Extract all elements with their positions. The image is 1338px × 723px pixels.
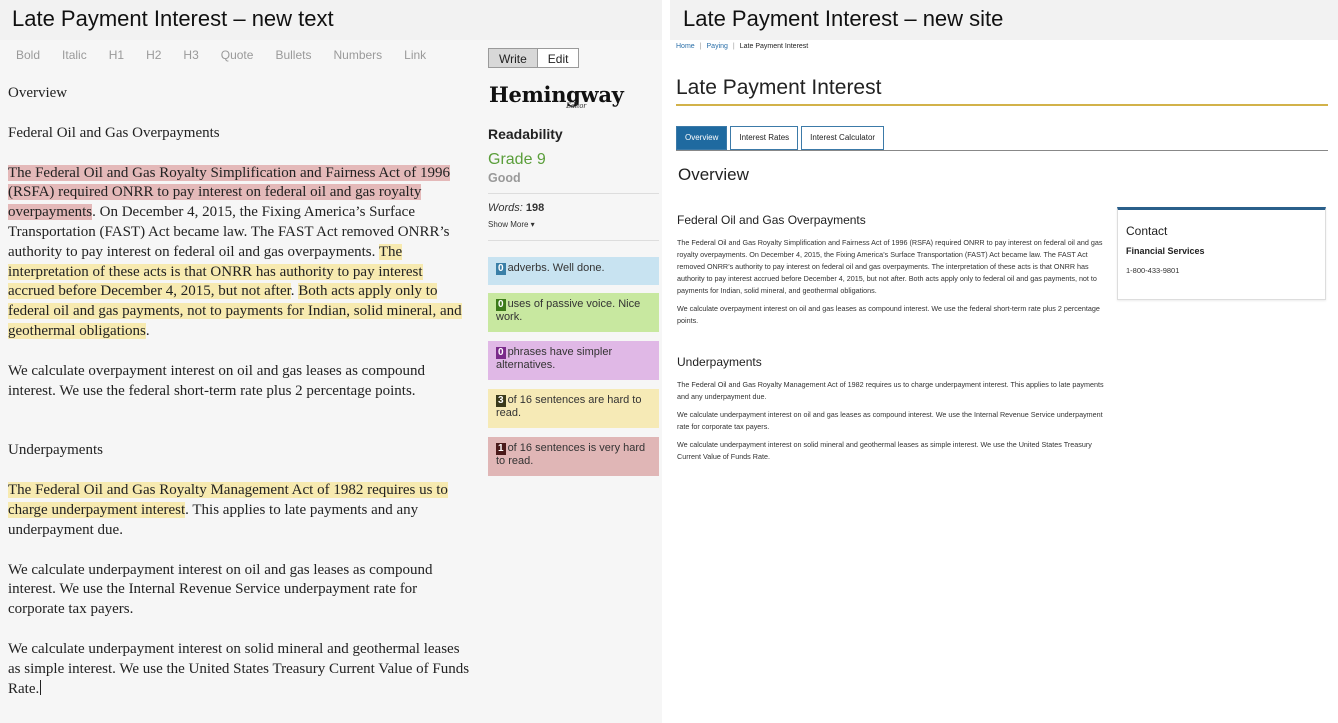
adverbs-card: 0 adverbs. Well done. [488,257,659,285]
paragraph: We calculate underpayment interest on so… [677,440,1092,461]
doc-heading-overview: Overview [8,85,68,101]
contact-card: Contact Financial Services 1-800-433-980… [1117,207,1326,300]
breadcrumb-paying[interactable]: Paying [707,43,728,50]
tab-overview[interactable]: Overview [676,126,728,150]
toolbar-quote[interactable]: Quote [221,48,254,68]
title-underline [676,104,1328,106]
simpler-alternatives-card: 0 phrases have simpler alternatives. [488,341,659,380]
breadcrumb-current: Late Payment Interest [739,43,809,50]
passive-voice-card: 0 uses of passive voice. Nice work. [488,293,659,332]
paragraph: The Federal Oil and Gas Royalty Simplifi… [677,238,1103,295]
breadcrumb-separator: | [699,43,702,50]
section-title: Overview [678,165,749,184]
editor-document[interactable]: Overview Federal Oil and Gas Overpayment… [8,84,470,699]
toolbar-h2[interactable]: H2 [146,48,161,68]
hemingway-panel: Late Payment Interest – new text Bold It… [0,0,662,723]
paragraph: The Federal Oil and Gas Royalty Manageme… [677,380,1104,401]
divider [488,240,659,241]
toolbar-italic[interactable]: Italic [62,48,87,68]
text-cursor [40,679,42,695]
contact-phone[interactable]: 1-800-433-9801 [1126,266,1317,275]
mode-switch: Write Edit [488,48,580,68]
readability-grade-note: Good [488,171,521,185]
heading-underpayments: Underpayments [677,355,762,369]
doc-heading-federal: Federal Oil and Gas Overpayments [8,124,220,141]
edit-mode-button[interactable]: Edit [537,48,580,68]
show-more-button[interactable]: Show More ▾ [488,220,535,229]
tab-underline [676,150,1328,151]
hemingway-logo-sub: Editor [566,101,587,110]
toolbar-h3[interactable]: H3 [183,48,198,68]
tab-interest-rates[interactable]: Interest Rates [730,126,799,150]
word-count: Words: 198 [488,202,545,214]
tab-interest-calculator[interactable]: Interest Calculator [801,126,885,150]
write-mode-button[interactable]: Write [488,48,538,68]
readability-label: Readability [488,126,563,142]
right-panel-title: Late Payment Interest – new site [670,0,1338,40]
doc-paragraph-4: We calculate underpayment interest on oi… [8,561,433,618]
tab-bar: Overview Interest Rates Interest Calcula… [676,126,887,150]
contact-title: Contact [1126,224,1168,238]
page-title: Late Payment Interest [676,76,882,99]
paragraph: We calculate underpayment interest on oi… [677,410,1103,431]
page-content: Federal Oil and Gas Overpayments The Fed… [677,213,1107,469]
very-hard-to-read-card: 1 of 16 sentences is very hard to read. [488,437,659,476]
doc-heading-underpayments: Underpayments [8,442,103,459]
hemingway-logo: Hemingway [489,82,624,107]
readability-grade: Grade 9 [488,151,546,168]
breadcrumb-separator: | [732,43,735,50]
breadcrumb-home[interactable]: Home [676,43,695,50]
contact-org: Financial Services [1126,246,1205,256]
editor-toolbar: Bold Italic H1 H2 H3 Quote Bullets Numbe… [0,48,432,68]
toolbar-bold[interactable]: Bold [16,48,40,68]
toolbar-link[interactable]: Link [404,48,426,68]
doc-paragraph-1: The Federal Oil and Gas Royalty Simplifi… [8,164,462,339]
divider [488,193,659,194]
doc-paragraph-5: We calculate underpayment interest on so… [8,640,470,697]
toolbar-h1[interactable]: H1 [109,48,124,68]
panel-divider [662,0,670,723]
hard-to-read-card: 3 of 16 sentences are hard to read. [488,389,659,428]
doc-paragraph-2: We calculate overpayment interest on oil… [8,362,425,399]
breadcrumb: Home | Paying | Late Payment Interest [676,43,808,50]
left-panel-title: Late Payment Interest – new text [0,0,662,40]
heading-federal-overpayments: Federal Oil and Gas Overpayments [677,213,866,227]
paragraph: We calculate overpayment interest on oil… [677,304,1100,325]
toolbar-numbers[interactable]: Numbers [333,48,382,68]
toolbar-bullets[interactable]: Bullets [275,48,311,68]
website-panel: Late Payment Interest – new site Home | … [670,0,1338,723]
doc-paragraph-3: The Federal Oil and Gas Royalty Manageme… [8,482,448,538]
